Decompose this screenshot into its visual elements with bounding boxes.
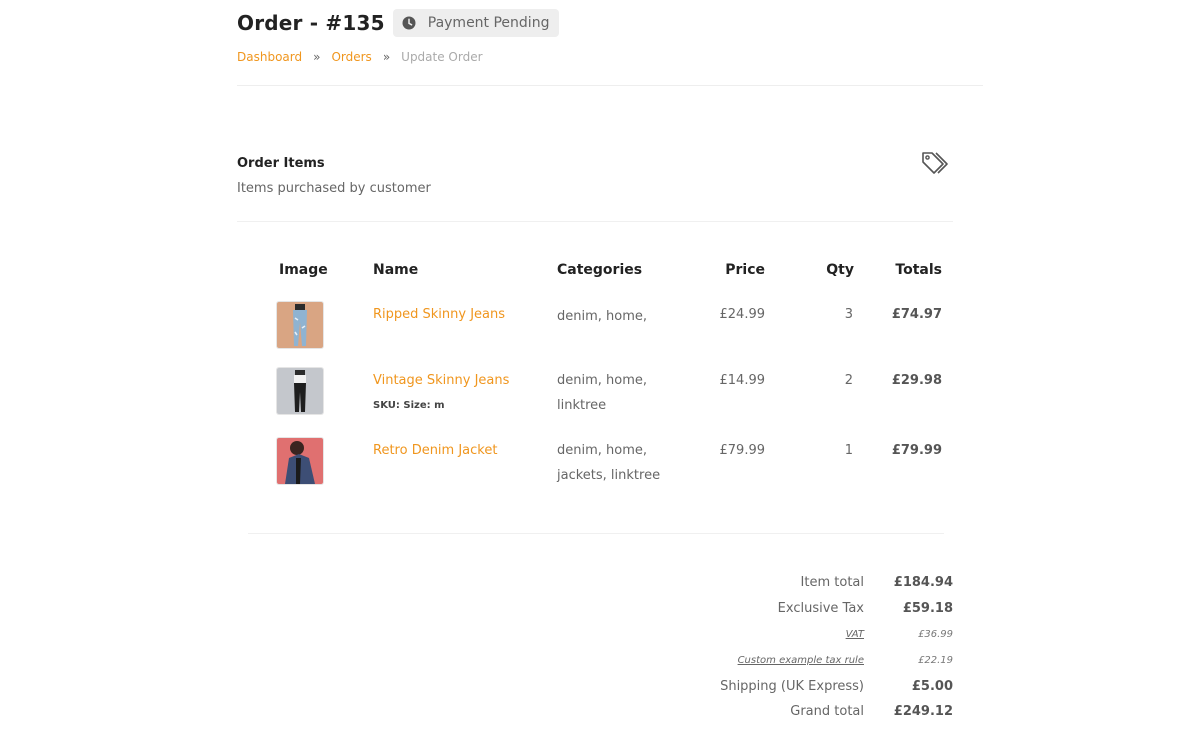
column-header-qty: Qty [826,262,854,278]
product-qty: 1 [844,443,853,458]
grand-total-value: £249.12 [893,703,953,719]
title-row: Order - #135 Payment Pending [237,8,983,38]
product-categories: denim, home, jackets, linktree [557,443,661,483]
product-price: £14.99 [719,373,766,388]
order-items-header: Order Items Items purchased by customer [237,150,953,196]
breadcrumb-current: Update Order [401,50,483,64]
product-name-link[interactable]: Retro Denim Jacket [373,443,497,458]
product-price: £79.99 [719,443,766,458]
product-thumbnail[interactable] [277,368,323,414]
custom-tax-value: £22.19 [918,654,953,666]
product-total: £79.99 [891,443,942,458]
grand-total-label: Grand total [790,703,864,719]
item-total-row: Item total £184.94 [533,570,953,595]
column-header-name: Name [373,262,419,278]
page-title: Order - #135 [237,11,385,35]
breadcrumb: Dashboard » Orders » Update Order [237,50,983,64]
shipping-label: Shipping (UK Express) [720,678,864,694]
grand-total-row: Grand total £249.12 [533,699,953,723]
product-qty: 2 [844,373,853,388]
vat-row: VAT £36.99 [533,621,953,647]
vat-value: £36.99 [918,628,953,640]
breadcrumb-orders[interactable]: Orders [331,50,371,64]
product-total: £74.97 [891,307,942,322]
vat-link[interactable]: VAT [846,629,864,640]
product-total: £29.98 [891,373,942,388]
item-total-label: Item total [800,575,864,590]
section-subtitle: Items purchased by customer [237,181,431,196]
item-total-value: £184.94 [893,575,953,590]
status-text: Payment Pending [427,15,550,31]
clock-icon [402,16,416,30]
product-name-link[interactable]: Vintage Skinny Jeans [373,373,509,388]
tags-icon [922,152,948,174]
breadcrumb-separator: » [313,50,321,64]
exclusive-tax-value: £59.18 [902,600,953,616]
product-price: £24.99 [719,307,766,322]
section-divider [237,221,953,222]
column-header-image: Image [279,262,328,278]
breadcrumb-separator: » [382,50,391,64]
product-thumbnail[interactable] [277,302,323,348]
product-name-link[interactable]: Ripped Skinny Jeans [373,307,505,322]
column-header-totals: Totals [895,262,942,278]
custom-tax-row: Custom example tax rule £22.19 [533,647,953,673]
product-thumbnail[interactable] [277,438,323,484]
status-badge: Payment Pending [392,9,560,37]
product-sku: SKU: Size: m [373,400,445,411]
column-header-categories: Categories [557,262,643,278]
product-qty: 3 [844,307,853,322]
breadcrumb-dashboard[interactable]: Dashboard [237,50,302,64]
order-totals: Item total £184.94 Exclusive Tax £59.18 … [533,570,953,723]
section-title: Order Items [237,156,325,171]
column-header-price: Price [725,262,765,278]
header-divider [237,85,983,86]
custom-tax-link[interactable]: Custom example tax rule [738,655,864,666]
exclusive-tax-row: Exclusive Tax £59.18 [533,595,953,621]
shipping-value: £5.00 [911,678,953,694]
page-header: Order - #135 Payment Pending Dashboard »… [237,8,983,64]
table-divider [248,533,944,534]
product-categories: denim, home, [557,309,648,324]
shipping-row: Shipping (UK Express) £5.00 [533,673,953,699]
exclusive-tax-label: Exclusive Tax [777,600,864,616]
product-categories: denim, home, linktree [557,373,648,413]
